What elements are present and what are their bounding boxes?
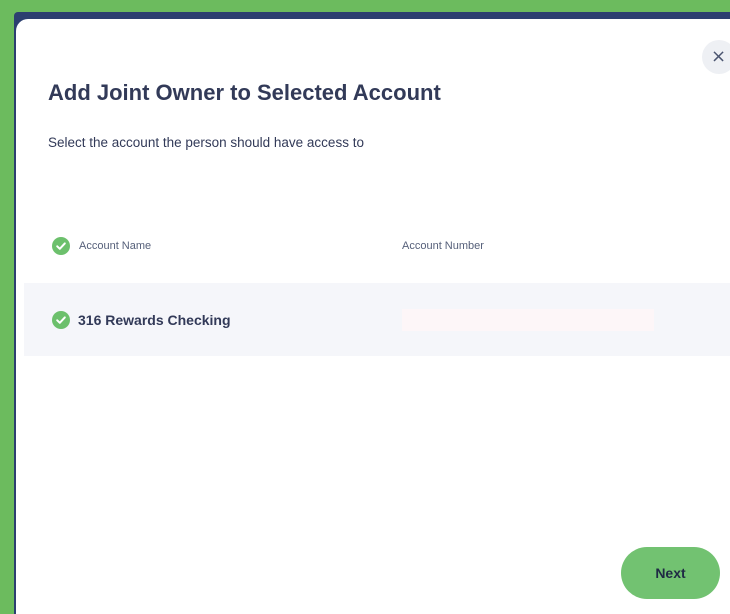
column-header-account-number: Account Number (402, 240, 484, 252)
close-icon: × (711, 46, 727, 67)
account-name: 316 Rewards Checking (78, 312, 231, 328)
table-header: Account Name Account Number (52, 237, 712, 257)
account-number (402, 309, 654, 331)
dialog-subtitle: Select the account the person should hav… (48, 135, 364, 150)
next-button[interactable]: Next (621, 547, 720, 599)
account-row[interactable]: 316 Rewards Checking (24, 283, 730, 356)
dialog-title: Add Joint Owner to Selected Account (48, 80, 441, 105)
column-header-account-name: Account Name (79, 240, 152, 252)
row-check-icon[interactable] (52, 311, 70, 329)
close-button[interactable]: × (702, 40, 730, 74)
select-all-check-icon[interactable] (52, 237, 70, 255)
